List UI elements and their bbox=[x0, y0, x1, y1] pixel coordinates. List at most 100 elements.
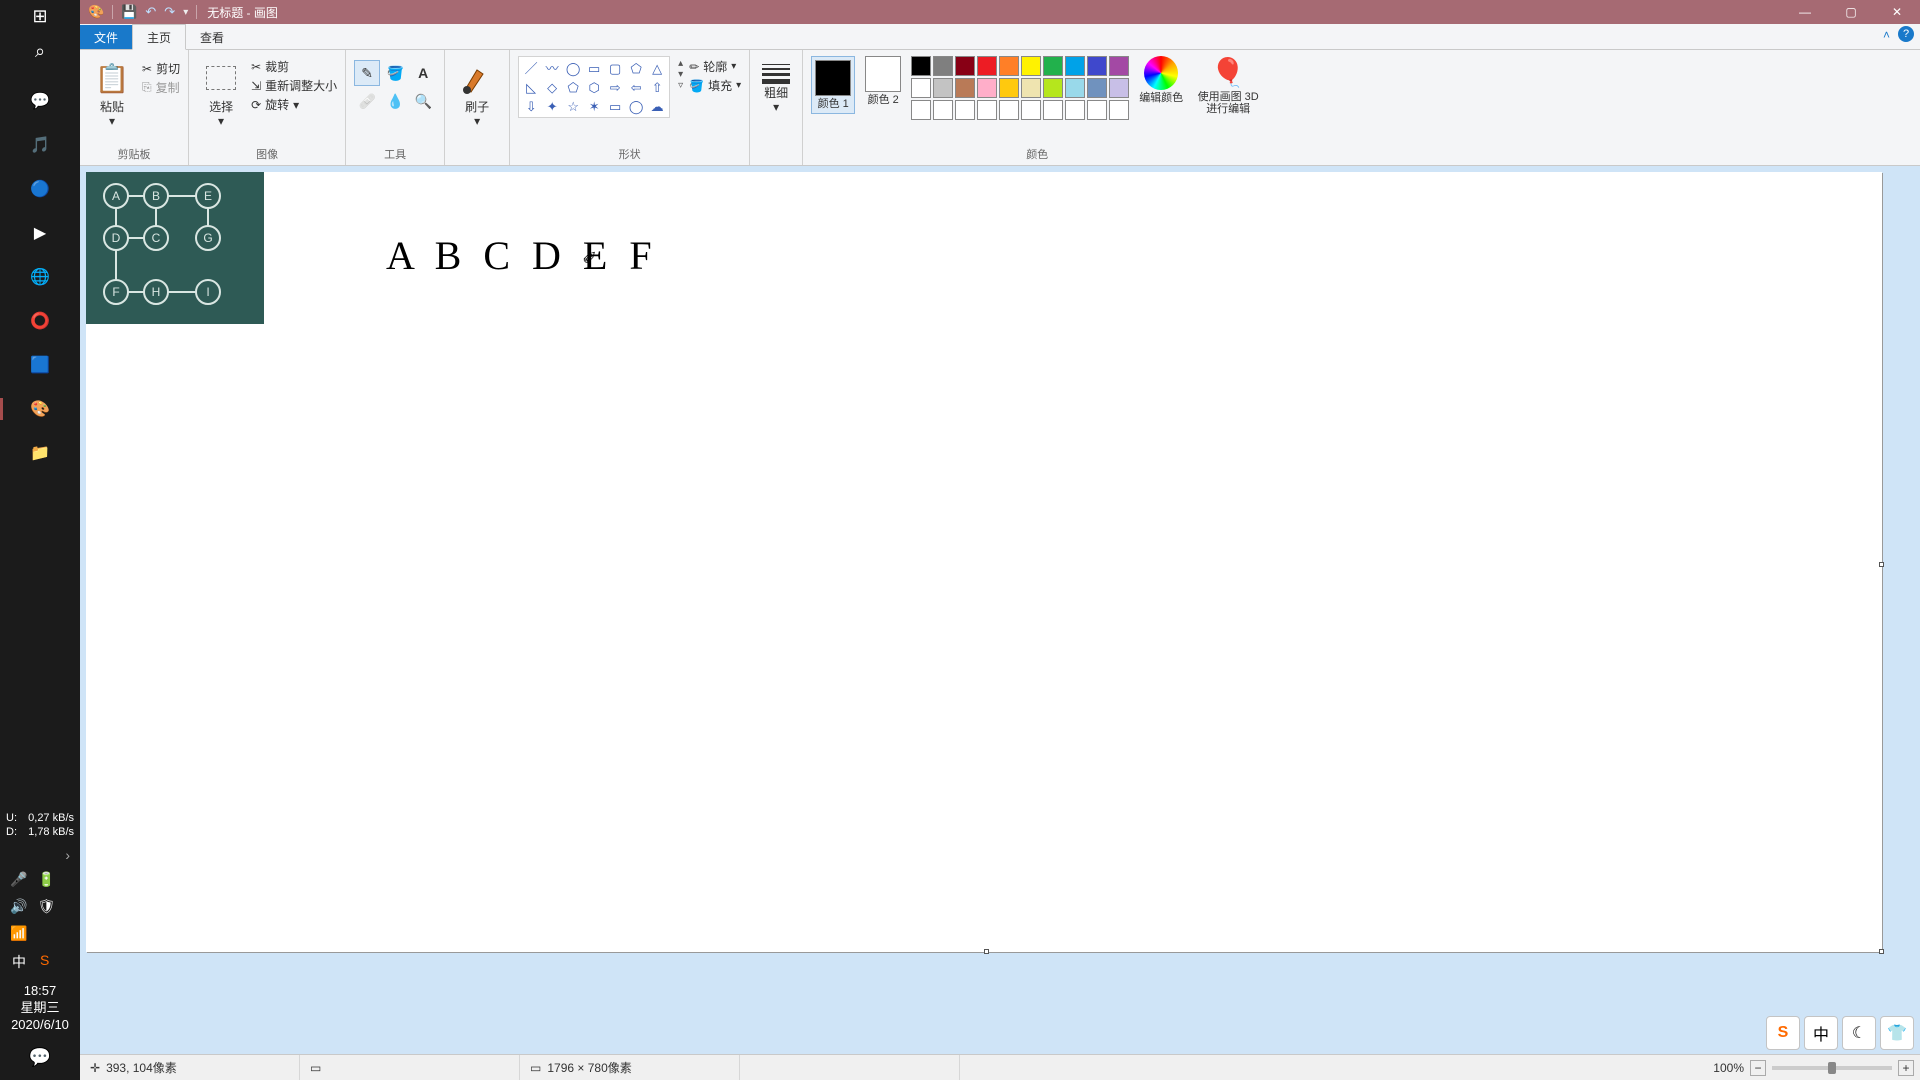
zoom-out-button[interactable]: − bbox=[1750, 1060, 1766, 1076]
size-button[interactable]: 粗细▾ bbox=[758, 56, 794, 116]
taskbar-app-wps[interactable]: 🟦 bbox=[0, 350, 80, 380]
palette-swatch[interactable] bbox=[1043, 100, 1063, 120]
qat-save-icon[interactable]: 💾 bbox=[121, 4, 137, 20]
tool-fill[interactable]: 🪣 bbox=[382, 60, 408, 86]
shape-curve[interactable]: 〰 bbox=[542, 59, 562, 77]
ime-sogou-icon[interactable]: S bbox=[1766, 1016, 1800, 1050]
palette-swatch[interactable] bbox=[1065, 78, 1085, 98]
window-close-button[interactable]: ✕ bbox=[1874, 5, 1920, 19]
tray-volume-icon[interactable]: 🔊 bbox=[10, 898, 27, 915]
edit-colors-button[interactable]: 编辑颜色 bbox=[1139, 56, 1183, 104]
shape-polygon[interactable]: ⬠ bbox=[626, 59, 646, 77]
taskbar-app-explorer[interactable]: 📁 bbox=[0, 438, 80, 468]
palette-swatch[interactable] bbox=[1021, 78, 1041, 98]
palette-swatch[interactable] bbox=[955, 56, 975, 76]
tool-eraser[interactable]: 🩹 bbox=[354, 88, 380, 114]
search-button[interactable]: ⌕ bbox=[35, 41, 45, 62]
palette-swatch[interactable] bbox=[1043, 78, 1063, 98]
palette-swatch[interactable] bbox=[999, 78, 1019, 98]
ime-moon-icon[interactable]: ☾ bbox=[1842, 1016, 1876, 1050]
tray-battery-icon[interactable]: 🔋 bbox=[37, 871, 54, 888]
palette-swatch[interactable] bbox=[1087, 78, 1107, 98]
shape-4star[interactable]: ✦ bbox=[542, 97, 562, 115]
zoom-in-button[interactable]: + bbox=[1898, 1060, 1914, 1076]
shape-line[interactable]: ／ bbox=[521, 59, 541, 77]
taskbar-clock[interactable]: 18:57 星期三 2020/6/10 bbox=[0, 976, 80, 1039]
tool-text[interactable]: A bbox=[410, 60, 436, 86]
palette-swatch[interactable] bbox=[1087, 100, 1107, 120]
palette-swatch[interactable] bbox=[1065, 100, 1085, 120]
title-bar[interactable]: 🎨 💾 ↶ ↷ ▾ 无标题 - 画图 — ▢ ✕ bbox=[80, 0, 1920, 24]
paint3d-button[interactable]: 🎈 使用画图 3D 进行编辑 bbox=[1193, 56, 1263, 115]
shape-rtriangle[interactable]: ◺ bbox=[521, 78, 541, 96]
palette-swatch[interactable] bbox=[933, 100, 953, 120]
qat-undo-icon[interactable]: ↶ bbox=[145, 4, 156, 20]
tray-expand-icon[interactable]: › bbox=[0, 845, 80, 865]
taskbar-app-wechat[interactable]: 💬 bbox=[0, 86, 80, 116]
shape-callout-cloud[interactable]: ☁ bbox=[647, 97, 667, 115]
palette-swatch[interactable] bbox=[1109, 100, 1129, 120]
palette-swatch[interactable] bbox=[1087, 56, 1107, 76]
shape-callout-oval[interactable]: ◯ bbox=[626, 97, 646, 115]
zoom-slider[interactable] bbox=[1772, 1066, 1892, 1070]
tool-magnifier[interactable]: 🔍 bbox=[410, 88, 436, 114]
start-button[interactable]: ⊞ bbox=[32, 6, 47, 27]
palette-swatch[interactable] bbox=[977, 56, 997, 76]
shape-arrow-l[interactable]: ⇦ bbox=[626, 78, 646, 96]
tool-pencil[interactable]: ✎ bbox=[354, 60, 380, 86]
palette-swatch[interactable] bbox=[977, 78, 997, 98]
palette-swatch[interactable] bbox=[1021, 56, 1041, 76]
shape-triangle[interactable]: △ bbox=[647, 59, 667, 77]
palette-swatch[interactable] bbox=[955, 78, 975, 98]
crop-button[interactable]: ✂裁剪 bbox=[251, 58, 337, 75]
shape-gallery[interactable]: ／ 〰 ◯ ▭ ▢ ⬠ △ ◺ ◇ ⬠ ⬡ ⇨ ⇦ ⇧ ⇩ ✦ ☆ bbox=[518, 56, 670, 118]
shape-arrow-r[interactable]: ⇨ bbox=[605, 78, 625, 96]
palette-swatch[interactable] bbox=[999, 100, 1019, 120]
tray-app-icon[interactable]: 🛡 bbox=[37, 898, 55, 915]
palette-swatch[interactable] bbox=[911, 78, 931, 98]
cut-button[interactable]: ✂剪切 bbox=[142, 60, 180, 77]
ime-lang-button[interactable]: 中 bbox=[1804, 1016, 1838, 1050]
select-button[interactable]: 选择▾ bbox=[197, 56, 245, 130]
taskbar-app-netease[interactable]: 🎵 bbox=[0, 130, 80, 160]
tray-wifi-icon[interactable]: 📶 bbox=[10, 925, 27, 942]
palette-swatch[interactable] bbox=[1065, 56, 1085, 76]
shape-hexagon[interactable]: ⬡ bbox=[584, 78, 604, 96]
tool-picker[interactable]: 💧 bbox=[382, 88, 408, 114]
palette-swatch[interactable] bbox=[1109, 56, 1129, 76]
tab-file[interactable]: 文件 bbox=[80, 25, 132, 49]
shape-callout-rect[interactable]: ▭ bbox=[605, 97, 625, 115]
help-icon[interactable]: ? bbox=[1898, 26, 1914, 42]
brush-button[interactable]: 刷子▾ bbox=[453, 56, 501, 130]
canvas[interactable]: ABE DCG FHI A B C D E F ✏ bbox=[86, 172, 1882, 952]
taskbar-app-paint[interactable]: 🎨 bbox=[0, 394, 80, 424]
tray-ime[interactable]: 中 bbox=[12, 952, 26, 972]
palette-swatch[interactable] bbox=[1021, 100, 1041, 120]
shape-pentagon[interactable]: ⬠ bbox=[563, 78, 583, 96]
tray-mic-icon[interactable]: 🎤 bbox=[10, 871, 27, 888]
taskbar-action-center[interactable]: 💬 bbox=[0, 1039, 80, 1080]
color2-button[interactable]: 颜色 2 bbox=[865, 56, 901, 106]
ribbon-collapse-icon[interactable]: ˄ bbox=[1883, 28, 1890, 42]
shape-roundrect[interactable]: ▢ bbox=[605, 59, 625, 77]
rotate-button[interactable]: ⟳旋转 ▾ bbox=[251, 96, 337, 113]
paste-button[interactable]: 📋 粘贴▾ bbox=[88, 56, 136, 130]
ime-skin-icon[interactable]: 👕 bbox=[1880, 1016, 1914, 1050]
canvas-resize-handle-corner[interactable] bbox=[1879, 949, 1884, 954]
shape-oval[interactable]: ◯ bbox=[563, 59, 583, 77]
qat-customize-icon[interactable]: ▾ bbox=[183, 7, 188, 18]
palette-swatch[interactable] bbox=[999, 56, 1019, 76]
taskbar-app-dingtalk[interactable]: 🔵 bbox=[0, 174, 80, 204]
palette-swatch[interactable] bbox=[977, 100, 997, 120]
shape-arrow-d[interactable]: ⇩ bbox=[521, 97, 541, 115]
shape-expand[interactable]: ▿ bbox=[678, 80, 683, 91]
taskbar-app-chrome[interactable]: 🌐 bbox=[0, 262, 80, 292]
palette-swatch[interactable] bbox=[1043, 56, 1063, 76]
shape-outline-button[interactable]: ✏轮廓 ▾ bbox=[689, 58, 741, 75]
palette-swatch[interactable] bbox=[933, 78, 953, 98]
palette-swatch[interactable] bbox=[911, 100, 931, 120]
taskbar-app-obs[interactable]: ⭕ bbox=[0, 306, 80, 336]
shape-6star[interactable]: ✶ bbox=[584, 97, 604, 115]
tab-view[interactable]: 查看 bbox=[186, 25, 238, 49]
shape-scroll-down[interactable]: ▾ bbox=[678, 69, 683, 80]
